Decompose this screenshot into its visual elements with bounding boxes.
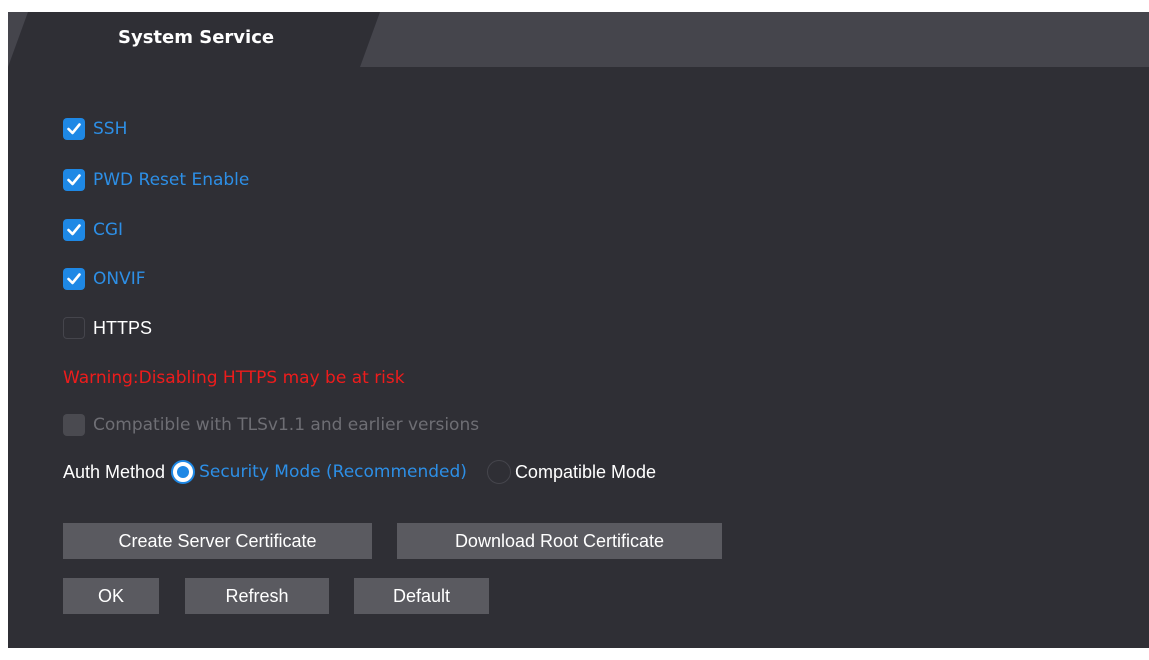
ssh-checkbox[interactable] [63, 118, 85, 140]
pwd-reset-label: PWD Reset Enable [93, 170, 250, 190]
tls-compat-checkbox [63, 414, 85, 436]
pwd-reset-option[interactable]: PWD Reset Enable [63, 167, 249, 193]
system-service-panel: System Service SSH PWD Reset Enable CGI [8, 12, 1149, 648]
compatible-mode-radio[interactable] [486, 460, 511, 484]
warning-text: Warning:Disabling HTTPS may be at risk [63, 368, 405, 388]
default-button[interactable]: Default [354, 578, 489, 614]
tab-system-service[interactable]: System Service [8, 12, 380, 67]
ok-button[interactable]: OK [63, 578, 159, 614]
radio-dot-icon [177, 466, 190, 478]
checkmark-icon [67, 273, 81, 285]
download-root-certificate-button[interactable]: Download Root Certificate [397, 523, 722, 559]
cgi-checkbox[interactable] [63, 219, 85, 241]
https-option[interactable]: HTTPS [63, 315, 152, 341]
https-checkbox[interactable] [63, 317, 85, 339]
pwd-reset-checkbox[interactable] [63, 169, 85, 191]
checkmark-icon [67, 174, 81, 186]
tab-label: System Service [118, 27, 275, 48]
cgi-label: CGI [93, 220, 124, 240]
checkmark-icon [67, 123, 81, 135]
ssh-option[interactable]: SSH [63, 116, 127, 142]
auth-method-row: Auth Method Security Mode (Recommended) … [63, 459, 656, 485]
tab-bar: System Service [8, 12, 1149, 67]
auth-method-label: Auth Method [63, 461, 166, 482]
security-mode-label[interactable]: Security Mode (Recommended) [199, 462, 467, 482]
onvif-checkbox[interactable] [63, 268, 85, 290]
cgi-option[interactable]: CGI [63, 217, 123, 243]
https-warning: Warning:Disabling HTTPS may be at risk [63, 365, 405, 391]
create-server-certificate-button[interactable]: Create Server Certificate [63, 523, 372, 559]
checkmark-icon [67, 224, 81, 236]
tls-compat-label: Compatible with TLSv1.1 and earlier vers… [93, 415, 480, 435]
refresh-button[interactable]: Refresh [185, 578, 329, 614]
compatible-mode-label[interactable]: Compatible Mode [515, 462, 656, 483]
onvif-option[interactable]: ONVIF [63, 266, 146, 292]
ssh-label: SSH [93, 119, 128, 139]
onvif-label: ONVIF [93, 269, 146, 289]
https-label: HTTPS [93, 317, 153, 338]
tls-compat-option: Compatible with TLSv1.1 and earlier vers… [63, 412, 479, 438]
security-mode-radio[interactable] [171, 460, 196, 484]
